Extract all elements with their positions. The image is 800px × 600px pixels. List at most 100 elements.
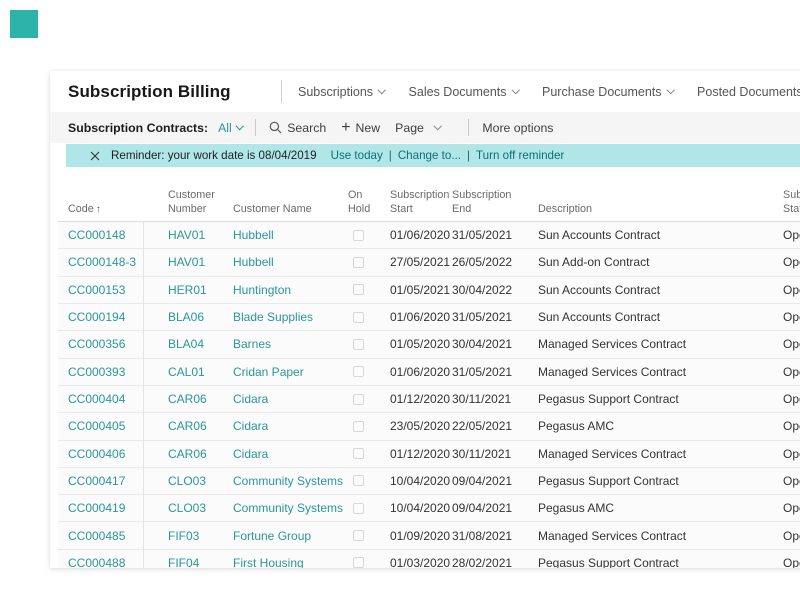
page-dropdown[interactable]: Page: [395, 121, 440, 135]
column-header-customer-number[interactable]: Customer Number: [168, 188, 233, 216]
code-link[interactable]: CC000194: [68, 310, 125, 324]
customer-number-link[interactable]: BLA04: [168, 337, 204, 351]
on-hold-checkbox[interactable]: [353, 366, 364, 377]
on-hold-checkbox[interactable]: [353, 394, 364, 405]
subscription-status-cell: Open: [783, 283, 800, 297]
code-link[interactable]: CC000393: [68, 365, 125, 379]
on-hold-checkbox[interactable]: [353, 312, 364, 323]
table-row: CC000148HAV01Hubbell01/06/202031/05/2021…: [58, 222, 800, 249]
customer-number-link[interactable]: CAR06: [168, 392, 207, 406]
customer-number-link[interactable]: CLO03: [168, 474, 206, 488]
cell-wrap: Sun Accounts Contract: [538, 228, 783, 242]
cell-wrap: Open: [783, 447, 800, 461]
customer-name-link[interactable]: Cridan Paper: [233, 365, 304, 379]
reminder-link-turn-off-reminder[interactable]: Turn off reminder: [476, 149, 564, 162]
cell-wrap: [348, 312, 390, 323]
on-hold-checkbox[interactable]: [353, 339, 364, 350]
cell-wrap: [348, 557, 390, 568]
code-link[interactable]: CC000406: [68, 447, 125, 461]
code-link[interactable]: CC000148-3: [68, 255, 136, 269]
search-button[interactable]: Search: [269, 121, 326, 135]
subscription-status-cell: Open: [783, 447, 800, 461]
on-hold-checkbox[interactable]: [353, 557, 364, 568]
new-button[interactable]: + New: [341, 120, 380, 136]
code-link[interactable]: CC000419: [68, 501, 125, 515]
code-link[interactable]: CC000405: [68, 419, 125, 433]
cell-wrap: Cidara: [233, 392, 348, 406]
column-header-subscription-start[interactable]: Subscription Start: [390, 188, 452, 216]
customer-number-link[interactable]: CAL01: [168, 365, 205, 379]
customer-name-link[interactable]: Cidara: [233, 392, 268, 406]
customer-name-link[interactable]: Community Systems: [233, 501, 343, 515]
column-header-customer-name[interactable]: Customer Name: [233, 202, 348, 216]
customer-name-link[interactable]: Community Systems: [233, 474, 343, 488]
customer-name-link[interactable]: Blade Supplies: [233, 310, 313, 324]
code-link[interactable]: CC000148: [68, 228, 125, 242]
customer-name-link[interactable]: Cidara: [233, 447, 268, 461]
customer-number-link[interactable]: CLO03: [168, 501, 206, 515]
column-header-subscription-end[interactable]: Subscription End: [452, 188, 538, 216]
customer-name-link[interactable]: First Housing: [233, 556, 304, 568]
column-header-on-hold[interactable]: On Hold: [348, 188, 390, 216]
filter-all-dropdown[interactable]: All: [218, 121, 242, 135]
customer-name-link[interactable]: Huntington: [233, 283, 291, 297]
customer-number-link[interactable]: CAR06: [168, 447, 207, 461]
customer-number-link[interactable]: FIF04: [168, 556, 199, 568]
column-header-subscription-status[interactable]: Subscription Status: [783, 188, 800, 216]
cell-wrap: BLA06: [168, 310, 233, 324]
nav-item-subscriptions[interactable]: Subscriptions: [298, 85, 385, 99]
customer-number-link[interactable]: BLA06: [168, 310, 204, 324]
cell-wrap: 27/05/2021: [390, 255, 452, 269]
customer-number-link[interactable]: HER01: [168, 283, 207, 297]
subscription-end-cell: 31/05/2021: [452, 365, 512, 379]
on-hold-checkbox[interactable]: [353, 530, 364, 541]
customer-name-link[interactable]: Fortune Group: [233, 529, 311, 543]
cell-wrap: 30/11/2021: [452, 447, 538, 461]
subscription-end-cell: 26/05/2022: [452, 255, 512, 269]
customer-name-link[interactable]: Cidara: [233, 419, 268, 433]
cell-wrap: 30/04/2021: [452, 337, 538, 351]
column-header-description[interactable]: Description: [538, 202, 783, 216]
on-hold-checkbox[interactable]: [353, 448, 364, 459]
code-link[interactable]: CC000417: [68, 474, 125, 488]
nav-item-posted-documents[interactable]: Posted Documents: [697, 85, 800, 99]
customer-number-link[interactable]: HAV01: [168, 228, 205, 242]
reminder-link-use-today[interactable]: Use today: [331, 149, 383, 162]
nav-item-sales-documents[interactable]: Sales Documents: [409, 85, 518, 99]
customer-number-link[interactable]: CAR06: [168, 419, 207, 433]
on-hold-checkbox[interactable]: [353, 284, 364, 295]
table-row: CC000419 CLO03 Community Systems 10/04/2020…: [58, 495, 800, 522]
new-label: New: [356, 121, 381, 135]
more-options-button[interactable]: More options: [482, 121, 553, 135]
search-label: Search: [287, 121, 326, 135]
subscription-start-cell: 10/04/2020: [390, 501, 450, 515]
on-hold-checkbox[interactable]: [353, 421, 364, 432]
reminder-link-change-to[interactable]: Change to...: [398, 149, 461, 162]
cell-wrap: [348, 339, 390, 350]
customer-name-link[interactable]: Barnes: [233, 337, 271, 351]
on-hold-checkbox[interactable]: [353, 503, 364, 514]
column-header-label: Code: [68, 203, 94, 215]
customer-name-link[interactable]: Hubbell: [233, 228, 274, 242]
customer-number-link[interactable]: HAV01: [168, 255, 205, 269]
code-link[interactable]: CC000356: [68, 337, 125, 351]
on-hold-checkbox[interactable]: [353, 475, 364, 486]
customer-name-link[interactable]: Hubbell: [233, 255, 274, 269]
code-link[interactable]: CC000404: [68, 392, 125, 406]
cell-wrap: Cidara: [233, 419, 348, 433]
cell-wrap: 31/08/2021: [452, 529, 538, 543]
on-hold-checkbox[interactable]: [353, 230, 364, 241]
column-header-code[interactable]: Code↑: [68, 202, 168, 216]
cell-wrap: Huntington: [233, 283, 348, 297]
code-link[interactable]: CC000153: [68, 283, 125, 297]
on-hold-checkbox[interactable]: [353, 257, 364, 268]
cell-wrap: 09/04/2021: [452, 501, 538, 515]
nav-item-purchase-documents[interactable]: Purchase Documents: [542, 85, 673, 99]
cell-wrap: 01/09/2020: [390, 529, 452, 543]
customer-number-link[interactable]: FIF03: [168, 529, 199, 543]
close-reminder-button[interactable]: [90, 151, 100, 161]
code-link[interactable]: CC000488: [68, 556, 125, 568]
code-link[interactable]: CC000485: [68, 529, 125, 543]
cell-wrap: [348, 448, 390, 459]
cell-wrap: Open: [783, 283, 800, 297]
